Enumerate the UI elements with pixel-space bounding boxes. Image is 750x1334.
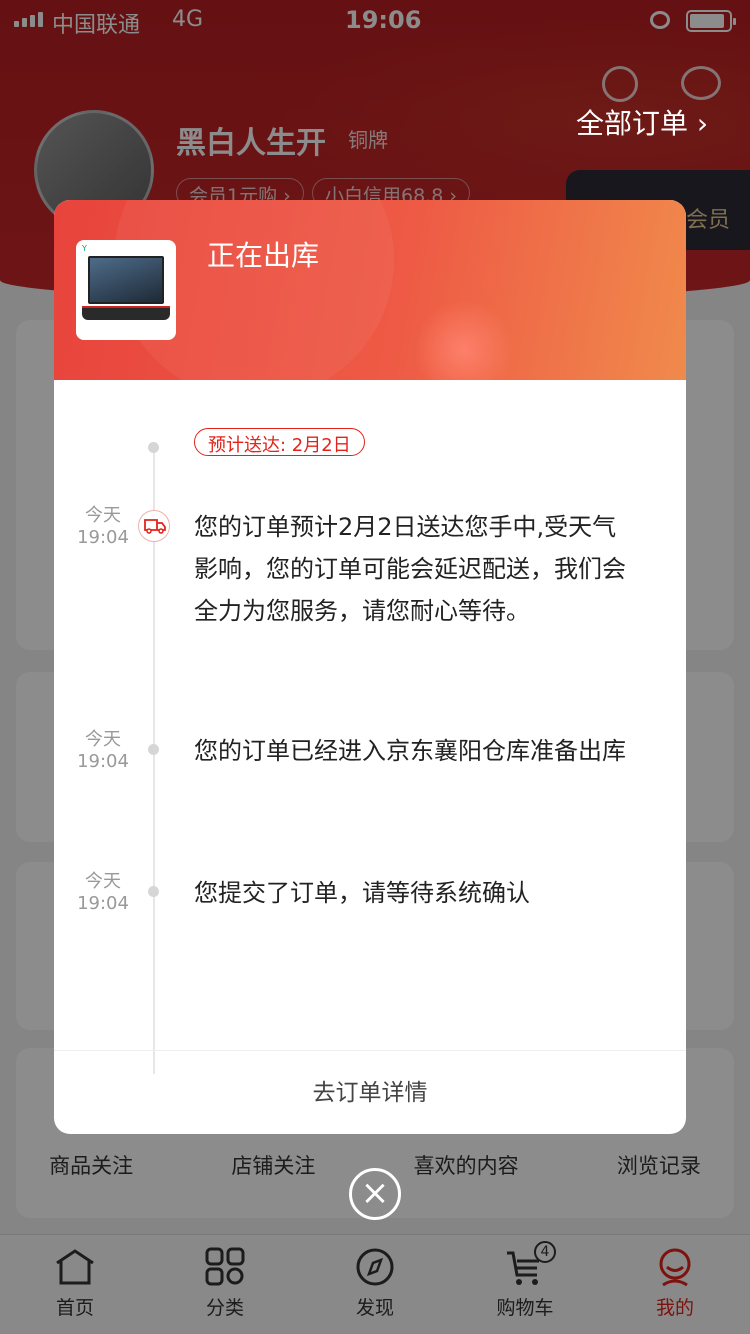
shipping-timeline: 预计送达: 2月2日 今天 19:04 您的订单预计2月2日送达您手中,受天气影… [54,380,686,1074]
event-time: 今天 19:04 [77,729,129,772]
laptop-image [88,256,164,304]
order-details-button[interactable]: 去订单详情 [54,1050,686,1134]
event-time: 今天 19:04 [77,871,129,914]
event-text: 您的订单已经进入京东襄阳仓库准备出库 [194,737,626,765]
truck-icon [138,510,170,542]
close-icon[interactable]: × [349,1168,401,1220]
eta-badge: 预计送达: 2月2日 [194,428,365,456]
all-orders-link[interactable]: 全部订单 › [576,102,708,142]
event-text: 您的订单预计2月2日送达您手中,受天气影响，您的订单可能会延迟配送，我们会全力为… [194,513,626,625]
shipping-status-title: 正在出库 [207,239,320,272]
timeline-dot [148,886,159,897]
product-thumbnail[interactable]: Y [76,240,176,340]
event-time: 今天 19:04 [77,505,129,548]
timeline-dot [148,442,159,453]
shipping-status-modal: Y 正在出库 预计送达: 2月2日 今天 19:04 您的订单预计2月2日送达您… [54,200,686,1134]
event-text: 您提交了订单，请等待系统确认 [194,879,530,907]
timeline-dot [148,744,159,755]
modal-header: Y 正在出库 [54,200,686,380]
